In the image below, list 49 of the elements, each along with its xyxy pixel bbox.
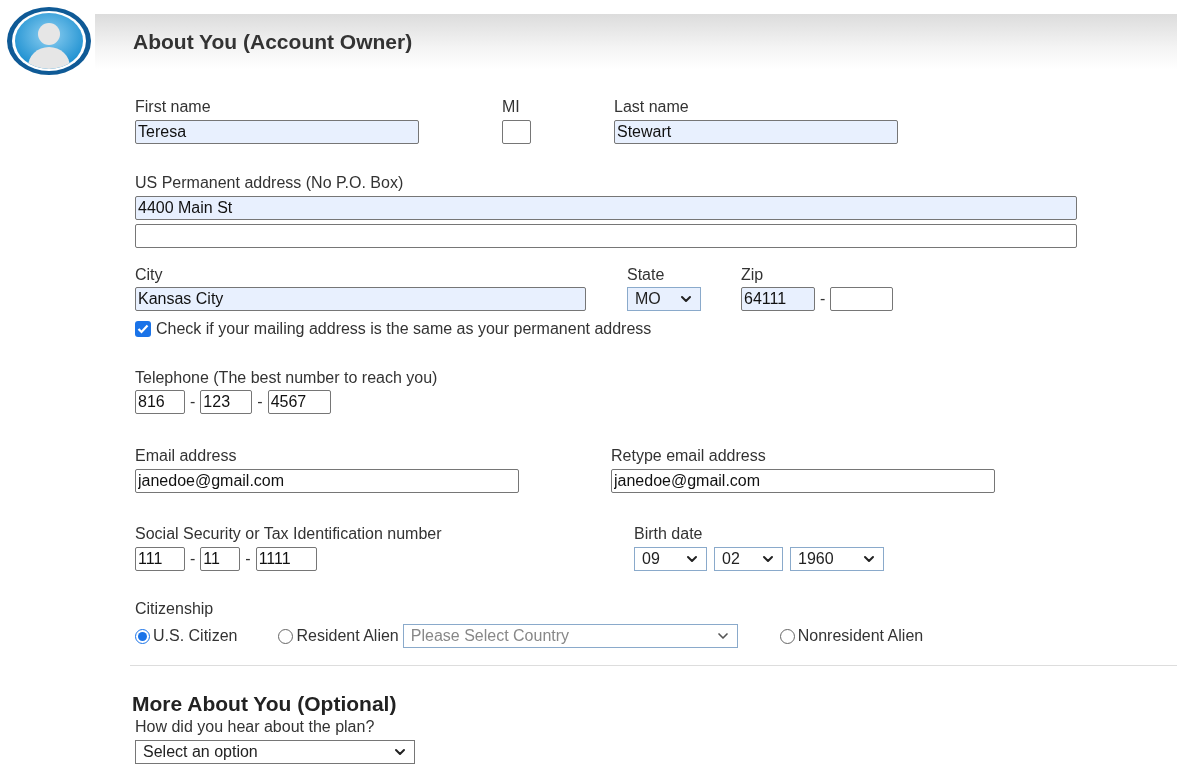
input-field[interactable]: 4567 bbox=[267, 390, 331, 414]
address-field[interactable] bbox=[135, 224, 1077, 248]
first-name-field[interactable]: Teresa bbox=[135, 120, 419, 144]
field-label: MI bbox=[502, 98, 521, 116]
field-label: State bbox=[627, 266, 666, 284]
dash-separator: - bbox=[190, 393, 196, 411]
retype-email-field[interactable]: janedoe@gmail.com bbox=[611, 469, 995, 493]
option-select[interactable]: Select an option bbox=[135, 740, 415, 764]
section-title: About You (Account Owner) bbox=[133, 30, 413, 54]
field-label: US Permanent address (No P.O. Box) bbox=[135, 174, 405, 192]
city-field[interactable]: Kansas City bbox=[135, 287, 586, 311]
state-select[interactable]: MO bbox=[627, 287, 701, 311]
email-field[interactable]: janedoe@gmail.com bbox=[135, 469, 519, 493]
field-label: Citizenship bbox=[135, 600, 214, 618]
section-title: More About You (Optional) bbox=[132, 692, 398, 716]
birth-date-select[interactable]: 1960 bbox=[790, 547, 884, 571]
user-avatar-icon bbox=[5, 5, 93, 77]
field-label: Email address bbox=[135, 447, 238, 465]
dash-separator: - bbox=[245, 550, 251, 568]
field-label: City bbox=[135, 266, 164, 284]
country-select[interactable]: Please Select Country bbox=[402, 624, 738, 648]
input-field[interactable]: 123 bbox=[200, 390, 253, 414]
input-field[interactable]: 1111 bbox=[255, 547, 317, 571]
radio-label: Nonresident Alien bbox=[797, 627, 924, 645]
input-field[interactable]: 111 bbox=[135, 547, 185, 571]
field-label: First name bbox=[135, 98, 212, 116]
field-label: Last name bbox=[614, 98, 690, 116]
birth-date-select[interactable]: 09 bbox=[634, 547, 707, 571]
address-field[interactable]: 4400 Main St bbox=[135, 196, 1077, 220]
birth-date-select[interactable]: 02 bbox=[714, 547, 783, 571]
radio-label: Resident Alien bbox=[296, 627, 399, 645]
dash-separator: - bbox=[190, 550, 196, 568]
radio-label: U.S. Citizen bbox=[153, 627, 238, 645]
field-label: Zip bbox=[741, 266, 765, 284]
field-label: How did you hear about the plan? bbox=[135, 718, 375, 736]
field-label: Telephone (The best number to reach you) bbox=[135, 369, 439, 387]
field-label: Social Security or Tax Identification number bbox=[135, 525, 443, 543]
input-field[interactable] bbox=[830, 287, 894, 311]
input-field[interactable]: 816 bbox=[135, 390, 185, 414]
checkbox[interactable] bbox=[135, 321, 151, 337]
checkbox-label: Check if your mailing address is the same as your permanent address bbox=[156, 320, 652, 338]
field-label: Retype email address bbox=[611, 447, 767, 465]
middle-initial-field[interactable] bbox=[502, 120, 531, 144]
dash-separator: - bbox=[257, 393, 263, 411]
dash-separator: - bbox=[820, 290, 826, 308]
input-field[interactable]: 64111 bbox=[741, 287, 815, 311]
field-label: Birth date bbox=[634, 525, 704, 543]
input-field[interactable]: 11 bbox=[200, 547, 241, 571]
last-name-field[interactable]: Stewart bbox=[614, 120, 898, 144]
